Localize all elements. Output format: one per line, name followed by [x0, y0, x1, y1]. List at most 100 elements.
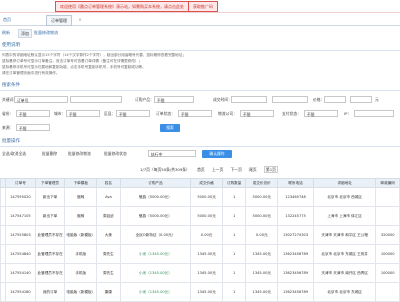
zip-cell: [375, 282, 400, 302]
add-button[interactable]: 添加: [18, 29, 32, 38]
customer-name-cell: 大美: [96, 225, 121, 245]
purchase-notice-link[interactable]: 欢迎使用《晨点订单管理系统》演示站，如需购买本系统，请点击此处: [55, 1, 189, 12]
table-row[interactable]: 147554840 此管理员不存在 手机版 周先生 小米（1345.00元） 1345.0…: [0, 244, 400, 264]
quantity-cell: 1: [221, 206, 247, 226]
search-button[interactable]: 搜索: [160, 124, 180, 132]
price-cell: 0.00元: [190, 225, 223, 245]
address-cell: 天津市 天津市 和平区 王公粮: [312, 225, 377, 245]
zip-cell: 100000: [375, 244, 400, 264]
batch-title: 批量操作: [2, 139, 20, 144]
order-id-cell[interactable]: 147595020: [5, 187, 36, 207]
product-cell: 魅族（5000.00元）: [119, 206, 192, 226]
search-title: 搜索条件: [2, 83, 20, 88]
order-id-cell[interactable]: 147555803: [5, 225, 36, 245]
address-cell: 北京市 北京市 西城区: [312, 187, 377, 207]
address-cell: 上海市 上海市 徐汇区: [312, 206, 377, 226]
keyword-input[interactable]: [70, 96, 122, 103]
template-cell: 电脑版（新模板）: [64, 282, 98, 302]
total-cell: 1345.00元: [245, 263, 279, 283]
price-cell: 1345.00元: [190, 244, 223, 264]
pager-first[interactable]: 首页: [197, 167, 205, 172]
pager-last[interactable]: 尾页: [249, 167, 257, 172]
product-cell: 全民O新特征（0.00元）: [119, 225, 192, 245]
zip-cell: [375, 187, 400, 207]
quantity-cell: 1: [221, 244, 247, 264]
table-row[interactable]: 147555803 此管理员不存在 电脑版（新模板） 大美 全民O新特征（0.00元） 0…: [0, 225, 400, 245]
pager: 1/7页（每页50条/共309条） 首页 上一页 下一页 尾页 第1页: [140, 166, 284, 173]
phone-cell[interactable]: 13623456789: [277, 282, 314, 302]
city-select[interactable]: 不限: [66, 110, 100, 117]
total-cell: 1345.00元: [245, 244, 279, 264]
channel-select[interactable]: 不限: [16, 124, 50, 131]
quantity-cell: 1: [221, 187, 247, 207]
customer-name-cell: 周延武: [96, 206, 121, 226]
time-label: 成交时间：: [213, 97, 232, 102]
phone-cell[interactable]: 13623456789: [277, 244, 314, 264]
header-order-id: 订单号: [5, 178, 36, 188]
price-cell: 5000.00元: [190, 206, 223, 226]
price-cell: 1345.00元: [190, 282, 223, 302]
buy-button[interactable]: 获取推广码: [188, 1, 218, 12]
pager-page-select[interactable]: 第1页: [263, 166, 278, 173]
price-unit: 元: [375, 97, 379, 102]
batch-option[interactable]: 批量修改物流: [68, 150, 91, 157]
price-min-input[interactable]: [324, 96, 346, 103]
status-target-select[interactable]: 执行中: [148, 150, 196, 157]
pager-summary: 1/7页（每页50条/共309条）: [140, 167, 190, 172]
admin-cell: 此管理员不存在: [34, 244, 66, 264]
district-label: 区县：: [104, 111, 116, 116]
template-cell: 手机版: [64, 244, 98, 264]
header-template: 下单模板: [64, 178, 98, 188]
refresh-button[interactable]: 刷新: [2, 29, 16, 36]
confirm-batch-button[interactable]: 确认操作: [202, 149, 232, 158]
divider: [0, 50, 400, 51]
order-id-cell[interactable]: 147554140: [5, 263, 36, 283]
total-cell: 0.00元: [245, 225, 279, 245]
order-id-cell[interactable]: 147554840: [5, 244, 36, 264]
admin-cell: 我的订单: [34, 282, 66, 302]
customer-name-cell: 康康: [96, 282, 121, 302]
ip-label: IP：: [344, 111, 352, 116]
pager-next[interactable]: 下一页: [230, 167, 241, 172]
quantity-cell: 1: [221, 263, 247, 283]
logistics-label: 物流公司：: [218, 111, 237, 116]
price-max-input[interactable]: [350, 96, 372, 103]
tab-home[interactable]: 首页: [0, 15, 14, 24]
template-cell: 手机版: [64, 263, 98, 283]
batch-option[interactable]: 批量修改状态: [104, 150, 127, 157]
district-select[interactable]: 不限: [116, 110, 150, 117]
customer-name-cell: 周先生: [96, 263, 121, 283]
table-row[interactable]: 147547105 新出下单 蜘蛛 周延武 魅族（5000.00元） 5000.00元 1 5…: [0, 206, 400, 226]
province-select[interactable]: 不限: [16, 110, 50, 117]
table-row[interactable]: 147595020 新出下单 蜘蛛 Ava 魅族（5000.00元） 5000.00元 1 5…: [0, 187, 400, 207]
customer-name-cell: Ava: [96, 187, 121, 207]
pager-prev[interactable]: 上一页: [212, 167, 223, 172]
pay-select[interactable]: 不限: [304, 110, 338, 117]
header-admin: 下单管理员: [34, 178, 66, 188]
phone-cell[interactable]: 132245775: [277, 206, 314, 226]
batch-option[interactable]: 批量删除: [42, 150, 57, 157]
address-cell: 北京市 北京市 东城区: [312, 282, 377, 302]
phone-cell[interactable]: 13623456789: [277, 263, 314, 283]
logistics-select[interactable]: 不限: [240, 110, 274, 117]
phone-cell[interactable]: 13027270303: [277, 225, 314, 245]
select-all-checkbox[interactable]: 全选/取消全选: [2, 150, 26, 157]
close-icon[interactable]: ×: [78, 18, 82, 22]
status-select[interactable]: 不限: [178, 110, 212, 117]
orders-table: 订单号 下单管理员 下单模板 姓名 订购产品 成交价格 订购数量 成交价总价 联…: [0, 178, 400, 302]
pay-label: 支付状态：: [282, 111, 301, 116]
time-end-input[interactable]: [272, 96, 308, 103]
order-id-cell[interactable]: 147547105: [5, 206, 36, 226]
tab-order-management[interactable]: 订单管理: [46, 15, 72, 26]
keyword-type-select[interactable]: 订单号: [14, 96, 68, 103]
ip-input[interactable]: [354, 110, 394, 117]
template-cell: 电脑版（新模板）: [64, 225, 98, 245]
table-row[interactable]: 147554140 此管理员不存在 手机版 周先生 小米（1345.00元） 1345.0…: [0, 263, 400, 283]
product-select[interactable]: 不限: [154, 96, 194, 103]
phone-cell[interactable]: 123465748: [277, 187, 314, 207]
batch-logistics-button[interactable]: 批量修改物流: [34, 29, 58, 36]
time-start-input[interactable]: [231, 96, 267, 103]
table-row[interactable]: 147554180 我的订单 电脑版（新模板） 康康 小米（1345.00元） 1345.…: [0, 282, 400, 302]
order-id-cell[interactable]: 147554180: [5, 282, 36, 302]
price-cell: 1345.00元: [190, 263, 223, 283]
